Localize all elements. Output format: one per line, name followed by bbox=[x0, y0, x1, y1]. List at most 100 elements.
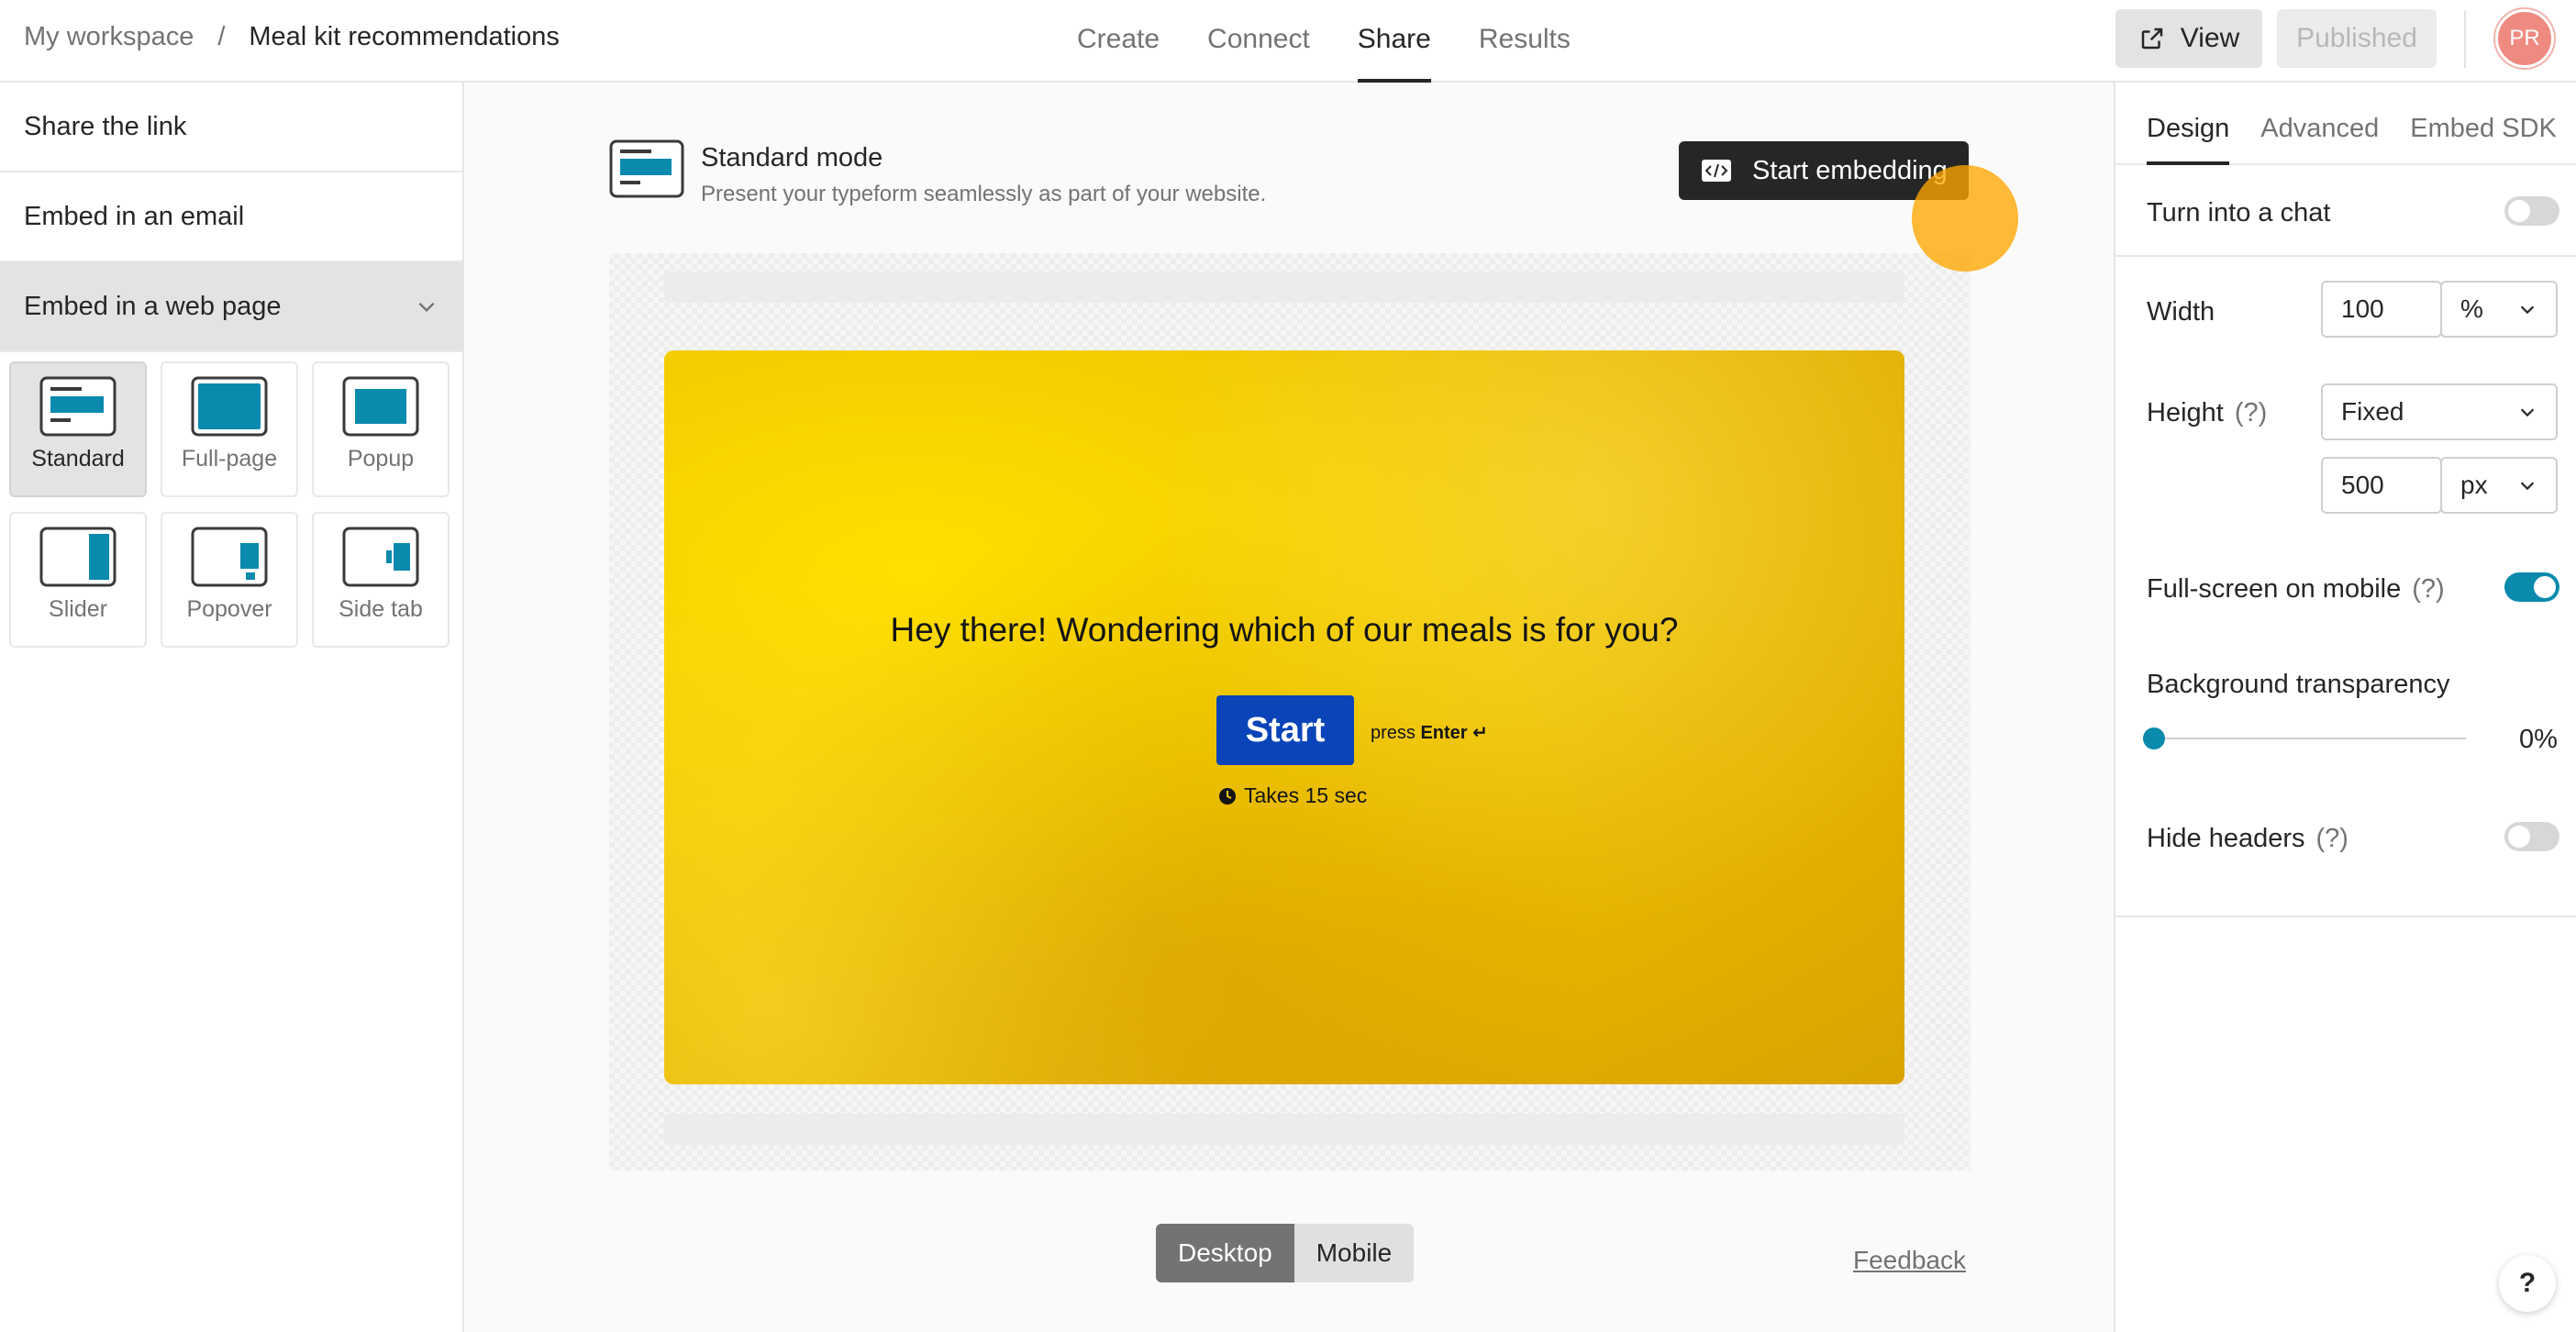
view-button[interactable]: View bbox=[2115, 9, 2262, 68]
press-text: press bbox=[1371, 723, 1416, 743]
height-help[interactable]: (?) bbox=[2235, 398, 2267, 427]
hide-headers-help[interactable]: (?) bbox=[2316, 824, 2348, 853]
width-input[interactable]: 100 bbox=[2321, 281, 2442, 338]
form-start-button[interactable]: Start bbox=[1216, 695, 1354, 765]
external-link-icon bbox=[2141, 28, 2162, 50]
height-mode-value: Fixed bbox=[2341, 397, 2404, 426]
chevron-down-icon bbox=[2520, 482, 2535, 491]
width-unit-value: % bbox=[2460, 294, 2483, 323]
height-label: Height bbox=[2147, 398, 2224, 427]
mode-label: Popover bbox=[186, 596, 272, 622]
press-enter-hint: press Enter ↵ bbox=[1371, 721, 1488, 744]
device-toggle: Desktop Mobile bbox=[1156, 1224, 1415, 1282]
mode-popup[interactable]: Popup bbox=[312, 361, 450, 497]
mode-side-tab[interactable]: Side tab bbox=[312, 512, 450, 648]
transparency-value: 0% bbox=[2519, 725, 2558, 754]
tab-embed-sdk[interactable]: Embed SDK bbox=[2410, 83, 2557, 163]
breadcrumb-separator: / bbox=[217, 22, 226, 51]
main-nav: Create Connect Share Results bbox=[1053, 0, 1594, 83]
placeholder-bar-top bbox=[664, 272, 1904, 303]
fullscreen-label: Full-screen on mobile bbox=[2147, 574, 2402, 604]
sidebar-item-label: Share the link bbox=[24, 111, 187, 141]
sidebar-item-share-link[interactable]: Share the link bbox=[0, 83, 462, 172]
tab-connect[interactable]: Connect bbox=[1183, 0, 1334, 83]
standard-mode-icon bbox=[609, 139, 684, 198]
popover-mode-icon bbox=[191, 527, 268, 587]
form-welcome-question: Hey there! Wondering which of our meals … bbox=[890, 611, 1679, 649]
transparency-label: Background transparency bbox=[2147, 670, 2450, 699]
settings-panel: Design Advanced Embed SDK Turn into a ch… bbox=[2114, 83, 2576, 1332]
mode-slider[interactable]: Slider bbox=[9, 512, 147, 648]
chevron-down-icon bbox=[2520, 408, 2535, 417]
desktop-toggle-button[interactable]: Desktop bbox=[1156, 1224, 1294, 1282]
clock-icon bbox=[1219, 787, 1236, 805]
mobile-toggle-button[interactable]: Mobile bbox=[1294, 1224, 1415, 1282]
code-icon bbox=[1702, 160, 1731, 182]
view-button-label: View bbox=[2180, 23, 2240, 53]
embed-preview: Hey there! Wondering which of our meals … bbox=[609, 253, 1971, 1171]
breadcrumb-workspace[interactable]: My workspace bbox=[24, 22, 194, 52]
breadcrumb-form-title[interactable]: Meal kit recommendations bbox=[249, 22, 559, 52]
chevron-down-icon bbox=[418, 302, 435, 313]
tab-results[interactable]: Results bbox=[1455, 0, 1594, 83]
sidebar-item-label: Embed in a web page bbox=[24, 291, 282, 321]
enter-key-text: Enter ↵ bbox=[1420, 723, 1488, 743]
tab-design[interactable]: Design bbox=[2147, 83, 2230, 165]
sidebar-item-embed-email[interactable]: Embed in an email bbox=[0, 172, 462, 262]
sidebar-item-embed-web-page[interactable]: Embed in a web page bbox=[0, 262, 462, 352]
feedback-link[interactable]: Feedback bbox=[1853, 1246, 1966, 1275]
height-unit-value: px bbox=[2460, 471, 2488, 499]
height-mode-select[interactable]: Fixed bbox=[2321, 383, 2558, 440]
section-divider bbox=[2115, 255, 2576, 257]
width-label: Width bbox=[2147, 297, 2215, 327]
typeform-embed[interactable]: Hey there! Wondering which of our meals … bbox=[664, 350, 1904, 1084]
standard-mode-icon bbox=[39, 376, 117, 437]
published-button[interactable]: Published bbox=[2277, 9, 2437, 68]
share-sidebar: Share the link Embed in an email Embed i… bbox=[0, 83, 464, 1332]
tab-share[interactable]: Share bbox=[1334, 0, 1455, 83]
hide-headers-toggle[interactable] bbox=[2504, 822, 2559, 851]
mode-label: Standard bbox=[31, 446, 125, 472]
fullscreen-help[interactable]: (?) bbox=[2412, 574, 2444, 604]
header-divider bbox=[2464, 11, 2466, 68]
chat-label: Turn into a chat bbox=[2147, 198, 2331, 228]
avatar[interactable]: PR bbox=[2495, 9, 2554, 68]
help-button[interactable]: ? bbox=[2499, 1255, 2556, 1312]
cursor-highlight bbox=[1912, 165, 2018, 272]
preview-area: Standard mode Present your typeform seam… bbox=[466, 84, 2114, 1332]
transparency-slider-track[interactable] bbox=[2154, 738, 2466, 739]
fullscreen-toggle[interactable] bbox=[2504, 572, 2559, 602]
section-divider bbox=[2115, 916, 2576, 917]
time-estimate-text: Takes 15 sec bbox=[1244, 783, 1368, 807]
sidebar-item-label: Embed in an email bbox=[24, 201, 245, 231]
height-label-row: Height (?) bbox=[2147, 398, 2267, 428]
mode-label: Side tab bbox=[339, 596, 423, 622]
start-embedding-label: Start embedding bbox=[1752, 155, 1948, 185]
width-unit-select[interactable]: % bbox=[2440, 281, 2558, 338]
placeholder-bar-bottom bbox=[664, 1114, 1904, 1145]
full-page-mode-icon bbox=[191, 376, 268, 437]
popup-mode-icon bbox=[342, 376, 419, 437]
top-bar: My workspace / Meal kit recommendations … bbox=[0, 0, 2576, 83]
hide-headers-row: Hide headers (?) bbox=[2147, 824, 2348, 854]
mode-full-page[interactable]: Full-page bbox=[161, 361, 298, 497]
mode-standard[interactable]: Standard bbox=[9, 361, 147, 497]
chat-toggle[interactable] bbox=[2504, 196, 2559, 226]
settings-tabs: Design Advanced Embed SDK bbox=[2115, 83, 2576, 165]
breadcrumb: My workspace / Meal kit recommendations bbox=[24, 22, 560, 52]
chevron-down-icon bbox=[2520, 305, 2535, 315]
side-tab-mode-icon bbox=[342, 527, 419, 587]
transparency-slider-handle[interactable] bbox=[2143, 727, 2165, 749]
time-estimate: Takes 15 sec bbox=[1218, 783, 1367, 808]
hide-headers-label: Hide headers bbox=[2147, 824, 2305, 853]
height-input[interactable]: 500 bbox=[2321, 457, 2442, 514]
height-unit-select[interactable]: px bbox=[2440, 457, 2558, 514]
mode-popover[interactable]: Popover bbox=[161, 512, 298, 648]
mode-label: Popup bbox=[347, 446, 415, 472]
embed-mode-grid: Standard Full-page Popup Slider Popover … bbox=[0, 352, 462, 657]
mode-label: Full-page bbox=[181, 446, 278, 472]
mode-subtitle: Present your typeform seamlessly as part… bbox=[701, 182, 1267, 206]
tab-advanced[interactable]: Advanced bbox=[2260, 83, 2379, 163]
tab-create[interactable]: Create bbox=[1053, 0, 1183, 83]
mode-label: Slider bbox=[49, 596, 107, 622]
